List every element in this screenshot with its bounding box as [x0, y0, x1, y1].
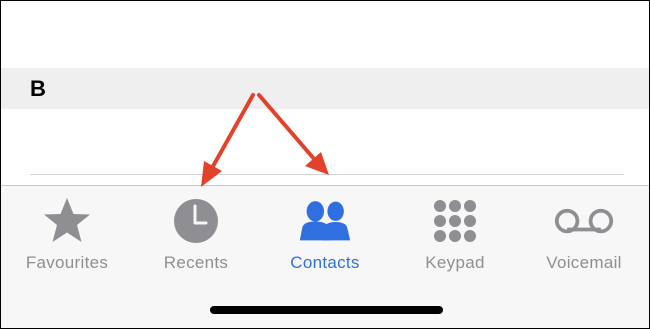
tab-recents[interactable]: Recents	[131, 186, 261, 286]
section-index-letter: B	[30, 76, 46, 101]
home-indicator	[210, 306, 443, 314]
tab-contacts[interactable]: Contacts	[260, 186, 390, 286]
tab-label: Keypad	[425, 253, 485, 272]
tab-keypad[interactable]: Keypad	[390, 186, 520, 286]
tab-label: Favourites	[25, 253, 109, 272]
star-icon	[37, 196, 97, 246]
clock-icon	[166, 196, 226, 246]
tab-label: Recents	[163, 253, 229, 272]
voicemail-icon	[554, 196, 614, 246]
keypad-icon	[425, 196, 485, 246]
tab-label: Contacts	[290, 253, 360, 272]
tab-favourites[interactable]: Favourites	[2, 186, 132, 286]
section-header: B	[1, 68, 649, 109]
tab-label: Voicemail	[546, 253, 622, 272]
tab-voicemail[interactable]: Voicemail	[519, 186, 649, 286]
phone-screen: B Favourites Recents Contacts Keypad Voi…	[0, 0, 650, 329]
contacts-icon	[295, 196, 355, 246]
row-divider	[30, 174, 624, 175]
